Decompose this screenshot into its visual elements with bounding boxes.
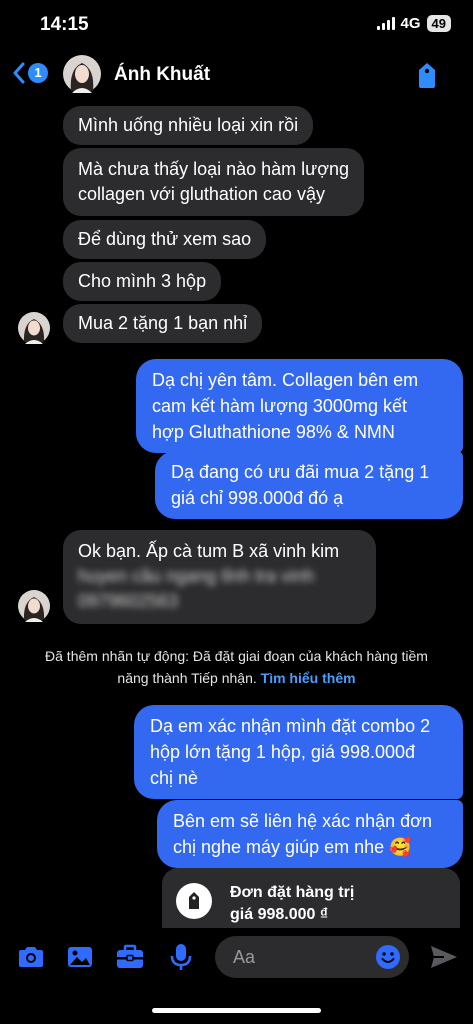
- message-line-blurred: huyen cầu ngang tỉnh tra vinh: [78, 566, 315, 586]
- message-line: Dạ em xác nhận mình đặt combo 2: [150, 716, 431, 736]
- message-line: Mà chưa thấy loại nào hàm lượng: [78, 159, 350, 179]
- contact-avatar-small[interactable]: [18, 590, 50, 622]
- message-line: giá chỉ 998.000đ đó ạ: [171, 488, 344, 508]
- image-icon[interactable]: [65, 942, 95, 972]
- message-line: cam kết hàm lượng 3000mg kết: [152, 396, 407, 416]
- message-incoming[interactable]: Cho mình 3 hộp: [63, 262, 222, 301]
- unread-badge: 1: [28, 63, 48, 83]
- message-outgoing[interactable]: Dạ chị yên tâm. Collagen bên em cam kết …: [136, 359, 463, 453]
- message-line: collagen với gluthation cao vậy: [78, 184, 325, 204]
- message-incoming[interactable]: Ok bạn. Ấp cà tum B xã vinh kim huyen cầ…: [63, 530, 376, 624]
- message-line: hộp lớn tặng 1 hộp, giá 998.000đ: [150, 742, 416, 762]
- tag-icon: [189, 892, 199, 909]
- notice-line: năng thành Tiếp nhận. Tìm hiểu thêm: [0, 667, 473, 689]
- battery-icon: 49: [426, 15, 451, 32]
- tag-icon[interactable]: [414, 61, 440, 89]
- message-line: Dạ chị yên tâm. Collagen bên em: [152, 370, 419, 390]
- message-outgoing[interactable]: Dạ đang có ưu đãi mua 2 tặng 1 giá chỉ 9…: [155, 451, 463, 519]
- message-line: hợp Gluthathione 98% & NMN: [152, 422, 395, 442]
- order-card[interactable]: Đơn đặt hàng trị giá 998.000 ₫: [162, 868, 460, 934]
- contact-avatar[interactable]: [63, 55, 101, 93]
- status-right: 4G 49: [376, 15, 451, 32]
- network-label: 4G: [400, 15, 421, 32]
- message-line: Dạ đang có ưu đãi mua 2 tặng 1: [171, 462, 430, 482]
- message-outgoing[interactable]: Dạ em xác nhận mình đặt combo 2 hộp lớn …: [134, 705, 463, 799]
- order-icon-circle: [176, 883, 212, 919]
- chevron-left-icon: [13, 62, 25, 84]
- message-incoming[interactable]: Mua 2 tặng 1 bạn nhỉ: [63, 304, 263, 343]
- notice-line: Đã thêm nhãn tự động: Đã đặt giai đoạn c…: [45, 648, 428, 664]
- message-incoming[interactable]: Mà chưa thấy loại nào hàm lượng collagen…: [63, 148, 365, 216]
- message-line: Ok bạn. Ấp cà tum B xã vinh kim: [78, 541, 340, 561]
- briefcase-icon[interactable]: [115, 942, 145, 972]
- system-notice: Đã thêm nhãn tự động: Đã đặt giai đoạn c…: [0, 645, 473, 689]
- message-input[interactable]: Aa: [215, 936, 409, 978]
- status-bar: 14:15 4G 49: [0, 0, 473, 50]
- contact-avatar-small[interactable]: [18, 312, 50, 344]
- message-line: chị nè: [150, 768, 199, 788]
- message-incoming[interactable]: Mình uống nhiều loại xin rồi: [63, 106, 314, 145]
- status-time: 14:15: [40, 14, 89, 35]
- send-icon[interactable]: [428, 942, 460, 972]
- notice-text: năng thành Tiếp nhận.: [117, 670, 257, 686]
- message-incoming[interactable]: Để dùng thử xem sao: [63, 220, 267, 259]
- order-title: Đơn đặt hàng trị: [230, 884, 355, 901]
- emoji-icon[interactable]: [375, 944, 401, 970]
- message-line: chị nghe máy giúp em nhe 🥰: [173, 837, 412, 857]
- contact-name[interactable]: Ánh Khuất: [114, 64, 210, 86]
- order-price: giá 998.000 ₫: [230, 906, 329, 923]
- home-indicator: [152, 1008, 321, 1013]
- learn-more-link[interactable]: Tìm hiểu thêm: [261, 670, 356, 686]
- message-line-blurred: 0979602563: [78, 591, 179, 611]
- chat-header: 1 Ánh Khuất: [0, 52, 473, 100]
- back-button[interactable]: 1: [12, 62, 48, 84]
- signal-icon: [376, 17, 395, 30]
- microphone-icon[interactable]: [166, 942, 196, 972]
- message-outgoing[interactable]: Bên em sẽ liên hệ xác nhận đơn chị nghe …: [157, 800, 463, 868]
- message-input-placeholder: Aa: [233, 947, 256, 967]
- camera-icon[interactable]: [16, 942, 46, 972]
- message-line: Bên em sẽ liên hệ xác nhận đơn: [173, 811, 432, 831]
